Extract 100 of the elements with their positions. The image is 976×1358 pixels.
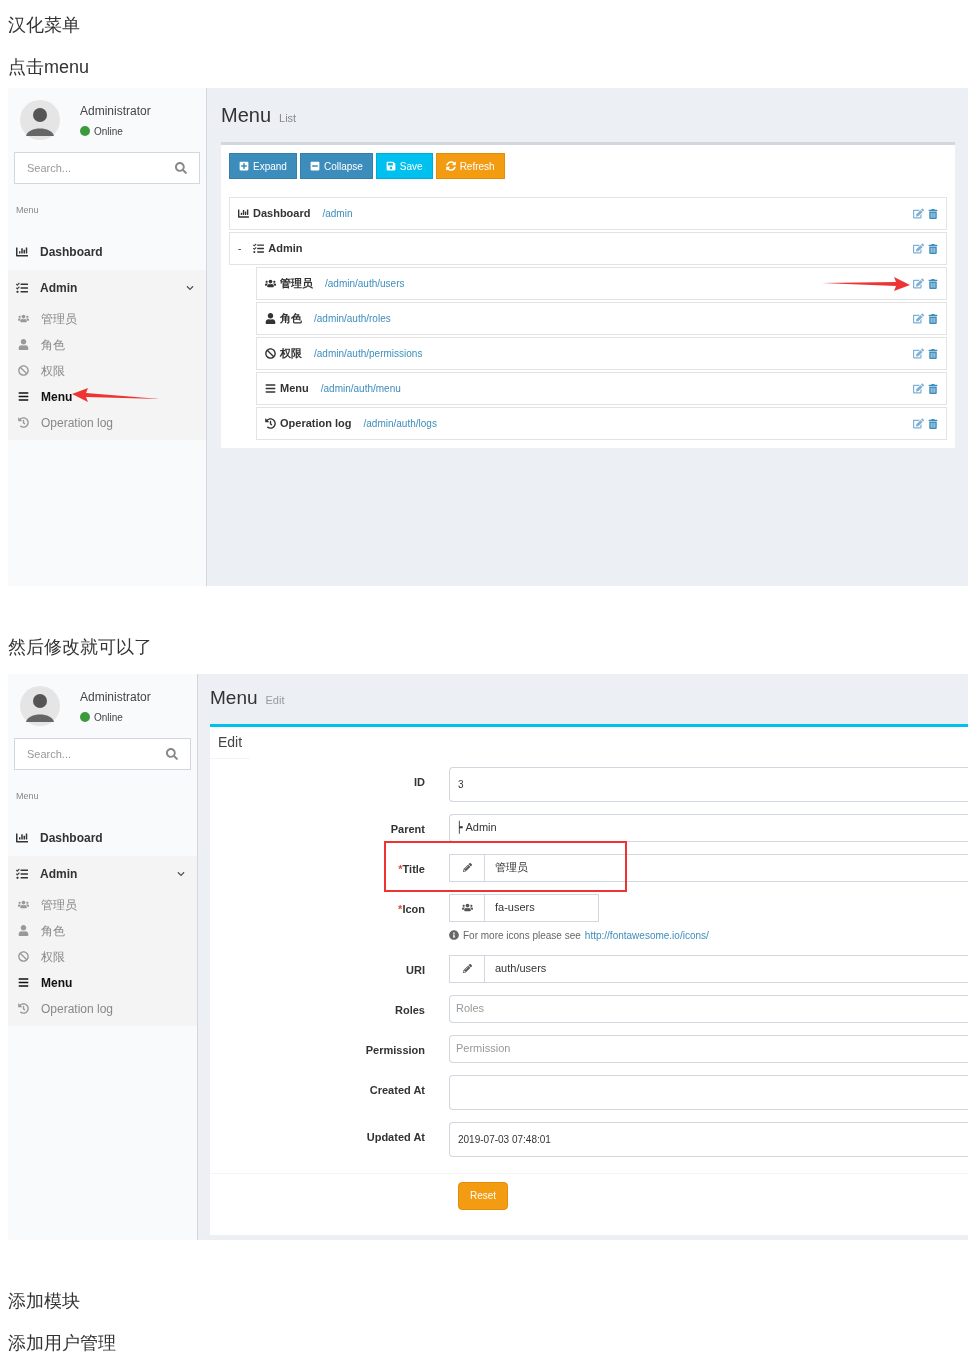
delete-icon[interactable] (928, 313, 938, 324)
page-title: Menu (210, 686, 258, 710)
ban-icon (18, 951, 29, 962)
tree-row[interactable]: - Admin (229, 232, 947, 265)
user-name: Administrator (80, 688, 151, 706)
tree-row-uri: /admin (322, 207, 353, 221)
bar-chart-icon (238, 208, 249, 219)
input-field[interactable] (449, 1074, 968, 1110)
tree-row-uri: /admin/auth/menu (320, 382, 401, 396)
avatar (20, 100, 60, 140)
delete-icon[interactable] (928, 348, 938, 359)
tree-row[interactable]: Operation log /admin/auth/logs (256, 407, 947, 440)
menu-icon (265, 383, 276, 394)
tree-row[interactable]: 管理员 /admin/auth/users (256, 267, 947, 300)
tree-row-uri: /admin/auth/permissions (314, 347, 423, 361)
sidebar-item[interactable]: Admin (8, 855, 197, 892)
delete-icon[interactable] (928, 383, 938, 394)
sidebar-item[interactable]: Dashboard (8, 233, 206, 270)
list-icon (16, 867, 28, 880)
sidebar-item[interactable]: Menu (8, 969, 197, 996)
edit-icon[interactable] (913, 348, 924, 359)
input-field[interactable]: auth/users (485, 954, 968, 983)
tree-row-title: Operation log (280, 416, 352, 432)
edit-icon[interactable] (913, 208, 924, 219)
toolbar-button[interactable]: Collapse (299, 153, 373, 179)
refresh-icon (445, 161, 456, 171)
history-icon (18, 417, 29, 428)
blog-paragraph: 添加模块 (8, 1289, 80, 1313)
bar-chart-icon (16, 831, 28, 844)
input-field[interactable]: fa-users (485, 893, 599, 922)
menu-header: Menu (15, 790, 40, 803)
tree-row-title: Admin (268, 241, 303, 257)
user-icon (18, 339, 29, 350)
search-icon (175, 162, 187, 174)
tree-row[interactable]: 权限 /admin/auth/permissions (256, 337, 947, 370)
sidebar-item[interactable]: Dashboard (8, 819, 197, 856)
users-icon (265, 278, 276, 289)
list-icon (16, 281, 28, 294)
page-subtitle: List (279, 111, 297, 126)
blog-paragraph: 然后修改就可以了 (8, 635, 152, 659)
delete-icon[interactable] (928, 278, 938, 289)
field-label: Updated At (366, 1129, 425, 1145)
sidebar-item[interactable]: Menu (8, 383, 206, 410)
field-label: Roles (395, 1002, 425, 1018)
page-title: Menu (221, 103, 272, 128)
collapse-toggle[interactable]: - (238, 241, 242, 256)
ban-icon (265, 348, 276, 359)
tree-row-title: Menu (280, 381, 309, 397)
edit-icon[interactable] (913, 243, 924, 254)
users-icon (18, 313, 29, 324)
tree-row-uri: /admin/auth/logs (363, 417, 437, 431)
user-status: Online (94, 710, 123, 725)
input-field[interactable]: 3 (449, 766, 968, 802)
avatar (20, 686, 60, 726)
blog-paragraph: 添加用户管理 (8, 1331, 116, 1355)
help-text: For more icons please see (463, 928, 581, 943)
input-field[interactable]: 管理员 (485, 853, 968, 882)
search-icon (166, 748, 178, 760)
tree-row-uri: /admin/auth/roles (314, 312, 391, 326)
ban-icon (18, 365, 29, 376)
user-status: Online (94, 124, 123, 139)
field-label: Permission (365, 1042, 425, 1058)
help-link[interactable]: http://fontawesome.io/icons/ (584, 927, 709, 943)
field-label: Created At (369, 1082, 425, 1098)
history-icon (265, 418, 276, 429)
tree-row[interactable]: Menu /admin/auth/menu (256, 372, 947, 405)
bar-chart-icon (16, 245, 28, 258)
tree-row-title: 管理员 (280, 276, 313, 292)
field-label: *Icon (398, 901, 425, 917)
delete-icon[interactable] (928, 208, 938, 219)
sidebar-item[interactable]: Admin (8, 269, 206, 306)
blog-paragraph: 汉化菜单 (8, 13, 80, 37)
delete-icon[interactable] (928, 243, 938, 254)
history-icon (18, 1003, 29, 1014)
field-label: URI (406, 962, 425, 978)
delete-icon[interactable] (928, 418, 938, 429)
pencil-icon (462, 964, 472, 973)
tree-row-title: 角色 (280, 311, 302, 327)
select-field[interactable]: ┝ Admin (449, 813, 968, 842)
tree-row[interactable]: 角色 /admin/auth/roles (256, 302, 947, 335)
users-icon (18, 899, 29, 910)
page-subtitle: Edit (265, 693, 285, 708)
floppy-icon (385, 161, 396, 171)
toolbar-button[interactable]: Expand (229, 153, 297, 179)
form-title: Edit (210, 726, 251, 759)
users-icon (461, 902, 473, 913)
edit-icon[interactable] (913, 418, 924, 429)
menu-icon (18, 391, 29, 402)
input-field[interactable]: 2019-07-03 07:48:01 (449, 1121, 968, 1157)
user-icon (265, 313, 276, 324)
menu-icon (18, 977, 29, 988)
info-icon (449, 930, 459, 940)
edit-icon[interactable] (913, 313, 924, 324)
tree-row[interactable]: Dashboard /admin (229, 197, 947, 230)
field-label: *Title (398, 861, 425, 877)
list-icon (253, 243, 265, 254)
user-name: Administrator (80, 102, 151, 120)
edit-icon[interactable] (913, 383, 924, 394)
edit-icon[interactable] (913, 278, 924, 289)
menu-header: Menu (15, 204, 40, 217)
